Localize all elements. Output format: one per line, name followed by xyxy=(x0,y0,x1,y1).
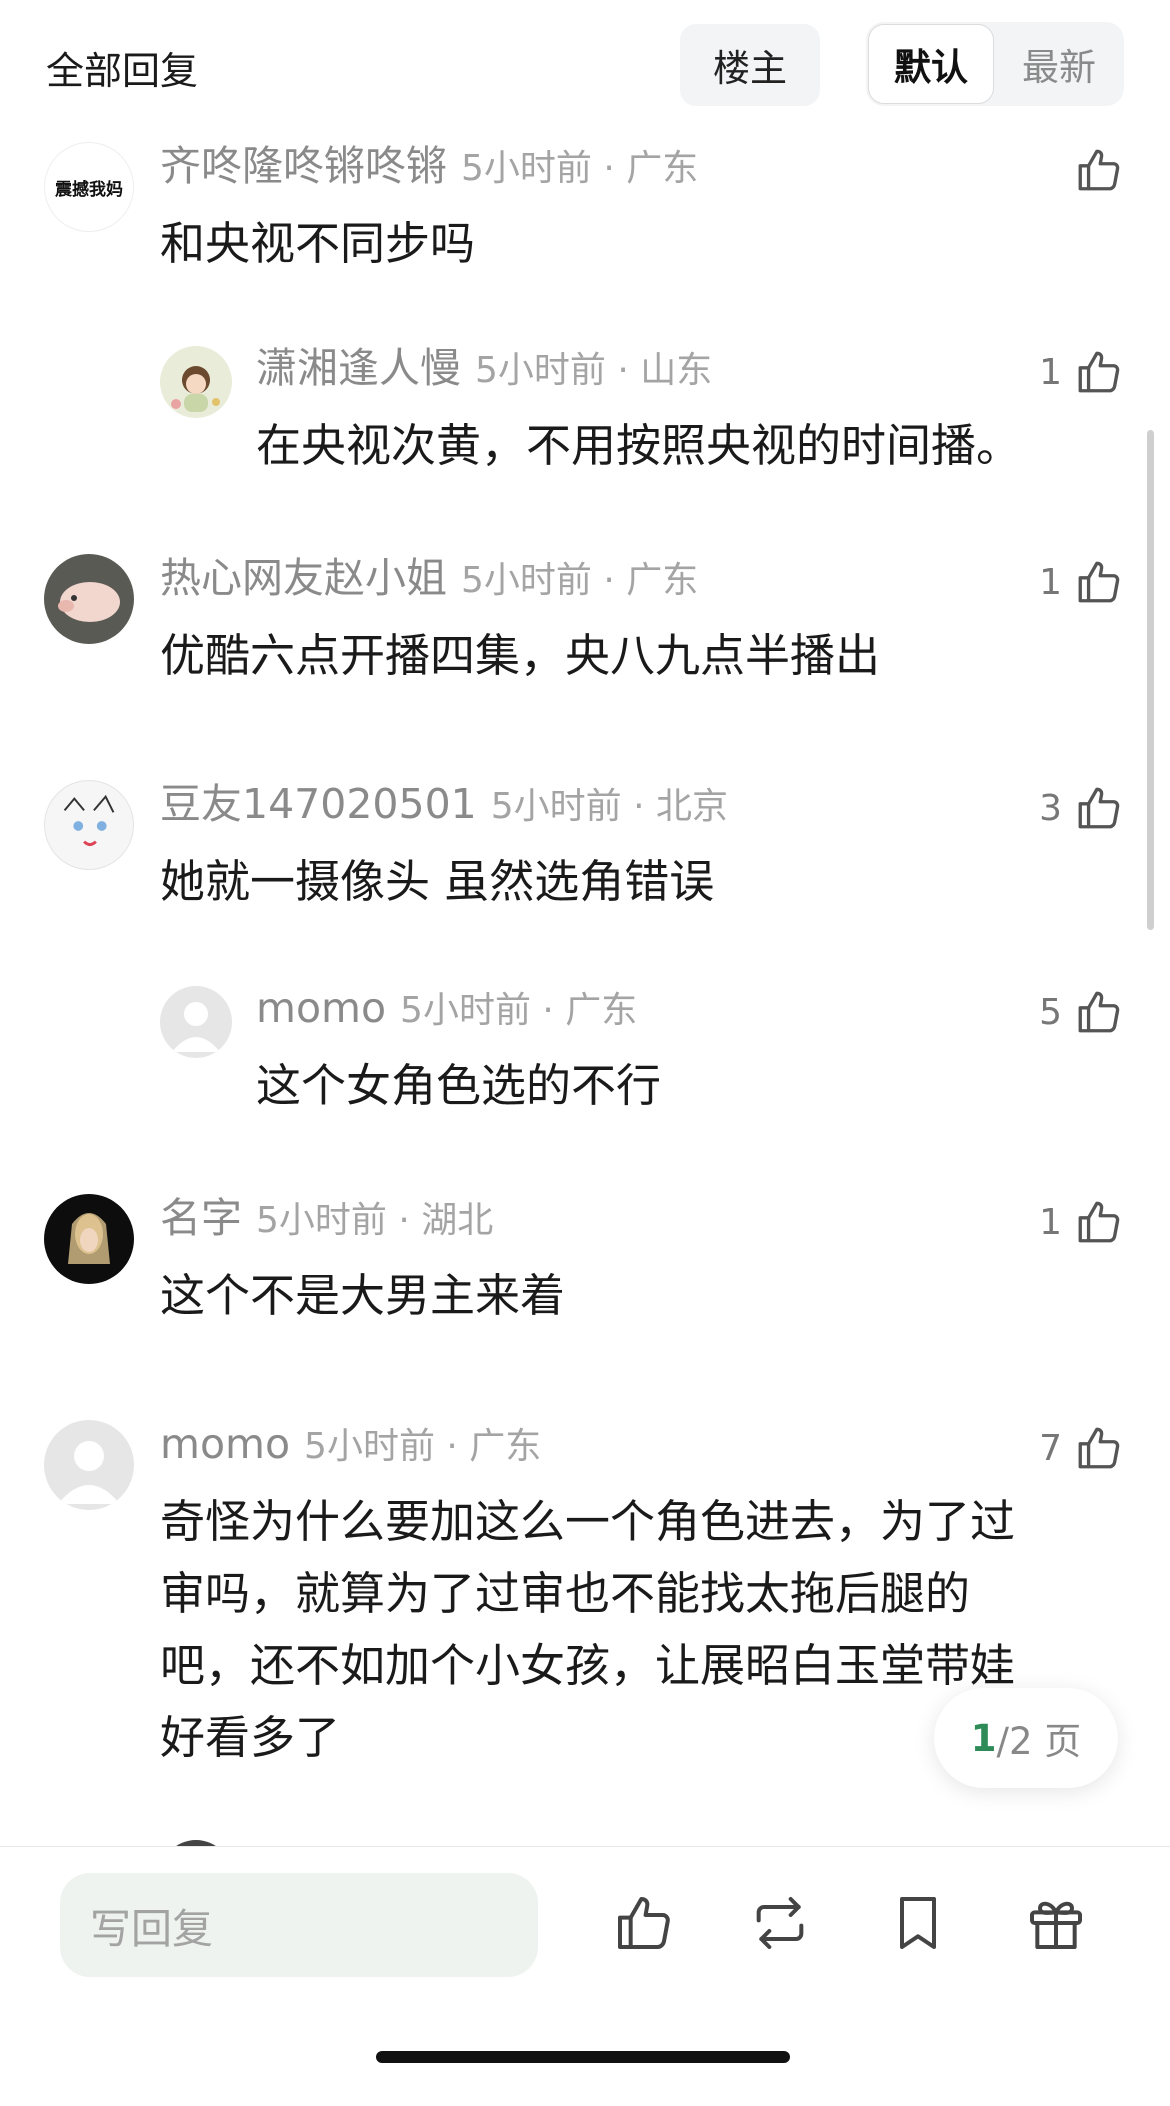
like-count: 7 xyxy=(1039,1427,1062,1469)
comment-meta: momo 5小时前 · 广东 xyxy=(160,1420,541,1468)
gift-icon xyxy=(1030,1901,1082,1949)
username[interactable]: 潇湘逢人慢 xyxy=(256,344,461,392)
comment-text: 和央视不同步吗 xyxy=(160,217,476,270)
avatar-illustration xyxy=(68,1213,110,1264)
avatar[interactable] xyxy=(160,986,232,1058)
thumbs-up-icon xyxy=(1078,561,1120,603)
comments-header: 全部回复 楼主 默认 最新 xyxy=(0,0,1170,118)
like-count: 5 xyxy=(1039,991,1062,1033)
avatar-illustration xyxy=(63,794,115,847)
thumbs-up-icon xyxy=(1078,1427,1120,1469)
total-pages: /2 页 xyxy=(996,1720,1082,1763)
avatar-logo-text: 震撼我妈 xyxy=(55,180,123,200)
like-count: 1 xyxy=(1039,1201,1062,1243)
bottom-action-bar: 写回复 xyxy=(0,1846,1170,2106)
page-indicator[interactable]: 1/2 页 xyxy=(934,1688,1118,1788)
comment-meta: 潇湘逢人慢 5小时前 · 山东 xyxy=(256,344,712,392)
username[interactable]: 豆友147020501 xyxy=(160,780,477,828)
username[interactable]: 齐咚隆咚锵咚锵 xyxy=(160,142,447,190)
like-count: 1 xyxy=(1039,351,1062,393)
avatar-illustration xyxy=(58,582,120,622)
timestamp-location: 5小时前 · 山东 xyxy=(475,350,713,391)
repost-icon xyxy=(756,1897,804,1949)
gift-button[interactable] xyxy=(1024,1891,1088,1955)
comment-meta: 名字 5小时前 · 湖北 xyxy=(160,1194,493,1242)
comment-text: 优酷六点开播四集，央八九点半播出 xyxy=(160,629,881,682)
thumbs-up-icon xyxy=(1078,149,1120,191)
reply-input[interactable]: 写回复 xyxy=(60,1873,538,1977)
repost-button[interactable] xyxy=(748,1891,812,1955)
comment-text-line: 审吗，就算为了过审也不能找太拖后腿的 xyxy=(160,1567,971,1620)
username[interactable]: 热心网友赵小姐 xyxy=(160,554,447,602)
like-button[interactable] xyxy=(1062,144,1124,196)
timestamp-location: 5小时前 · 北京 xyxy=(490,786,729,827)
comment-text: 这个不是大男主来着 xyxy=(160,1269,566,1322)
current-page: 1 xyxy=(970,1716,997,1760)
comment-text: 在央视次黄，不用按照央视的时间播。 xyxy=(256,419,1022,472)
avatar[interactable] xyxy=(44,554,134,644)
like-button[interactable]: 1 xyxy=(1039,556,1124,608)
thumbs-up-icon xyxy=(1078,787,1120,829)
thumbs-up-icon xyxy=(1078,1201,1120,1243)
timestamp-location: 5小时前 · 广东 xyxy=(461,560,699,601)
like-count: 1 xyxy=(1039,561,1062,603)
avatar[interactable] xyxy=(44,1194,134,1284)
thumbs-up-icon xyxy=(1078,351,1120,393)
thumbs-up-icon xyxy=(618,1897,670,1949)
thumbs-up-icon xyxy=(1078,991,1120,1033)
like-post-button[interactable] xyxy=(612,1891,676,1955)
sort-toggle: 默认 最新 xyxy=(866,22,1124,106)
avatar[interactable]: 震撼我妈 xyxy=(44,142,134,232)
sort-latest-tab[interactable]: 最新 xyxy=(996,24,1122,104)
comment-text: 这个女角色选的不行 xyxy=(256,1059,662,1112)
avatar[interactable] xyxy=(44,780,134,870)
avatar[interactable] xyxy=(160,346,232,418)
owner-only-filter-button[interactable]: 楼主 xyxy=(680,24,820,106)
comment-meta: 齐咚隆咚锵咚锵 5小时前 · 广东 xyxy=(160,142,698,190)
avatar-illustration xyxy=(171,366,220,412)
comment-meta: 豆友147020501 5小时前 · 北京 xyxy=(160,780,728,828)
comment-text-line: 好看多了 xyxy=(160,1711,341,1764)
like-button[interactable]: 7 xyxy=(1039,1422,1124,1474)
timestamp-location: 5小时前 · 湖北 xyxy=(256,1200,494,1241)
sort-default-tab[interactable]: 默认 xyxy=(868,24,994,104)
comment-meta: momo 5小时前 · 广东 xyxy=(256,984,637,1032)
avatar[interactable] xyxy=(44,1420,134,1510)
like-button[interactable]: 5 xyxy=(1039,986,1124,1038)
like-button[interactable]: 1 xyxy=(1039,1196,1124,1248)
username[interactable]: 名字 xyxy=(160,1194,242,1242)
bookmark-button[interactable] xyxy=(886,1891,950,1955)
comment-meta: 热心网友赵小姐 5小时前 · 广东 xyxy=(160,554,698,602)
default-avatar-icon xyxy=(172,1002,220,1052)
like-button[interactable]: 1 xyxy=(1039,346,1124,398)
scrollbar[interactable] xyxy=(1147,430,1154,930)
comment-text: 奇怪为什么要加这么一个角色进去，为了过 审吗，就算为了过审也不能找太拖后腿的 吧… xyxy=(160,1486,1015,1774)
like-count: 3 xyxy=(1039,787,1062,829)
home-indicator[interactable] xyxy=(376,2051,790,2063)
timestamp-location: 5小时前 · 广东 xyxy=(304,1426,542,1467)
username[interactable]: momo xyxy=(160,1420,290,1468)
page-title: 全部回复 xyxy=(46,49,199,93)
reply-placeholder: 写回复 xyxy=(90,1905,213,1953)
bookmark-icon xyxy=(900,1897,936,1949)
timestamp-location: 5小时前 · 广东 xyxy=(461,148,699,189)
timestamp-location: 5小时前 · 广东 xyxy=(400,990,638,1031)
default-avatar-icon xyxy=(58,1441,120,1504)
comment-text-line: 奇怪为什么要加这么一个角色进去，为了过 xyxy=(160,1495,1016,1548)
comment-text-line: 吧，还不如加个小女孩，让展昭白玉堂带娃 xyxy=(160,1639,1016,1692)
like-button[interactable]: 3 xyxy=(1039,782,1124,834)
comment-text: 她就一摄像头 虽然选角错误 xyxy=(160,855,715,908)
username[interactable]: momo xyxy=(256,984,386,1032)
